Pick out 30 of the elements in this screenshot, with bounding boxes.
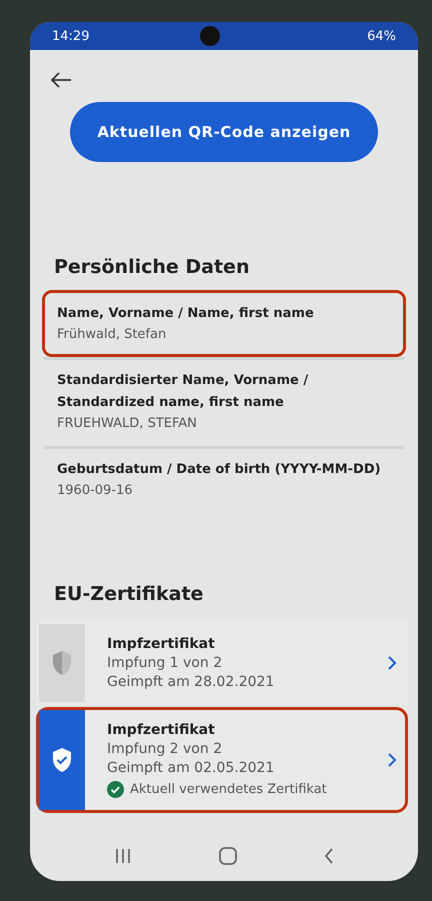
certificate-item[interactable]: Impfzertifikat Impfung 1 von 2 Geimpft am 28.02.2021: [36, 621, 408, 706]
camera-icon: [200, 26, 220, 46]
certificate-item[interactable]: Impfzertifikat Impfung 2 von 2 Geimpft am 02.05.2021 Aktuell verwendetes Zertifikat: [36, 707, 408, 814]
field-value: FRUEHWALD, STEFAN: [57, 416, 198, 432]
field-value: 1960-09-16: [57, 483, 134, 498]
recent-apps-icon[interactable]: [114, 848, 132, 864]
section-title: EU-Zertifikate: [54, 583, 204, 606]
field-label: Standardisierter Name, Vorname / Standardized name, first name: [57, 372, 310, 412]
certificate-date: Geimpft am 02.05.2021: [107, 760, 276, 776]
chevron-right-icon: [387, 752, 397, 768]
certificate-title: Impfzertifikat: [107, 636, 216, 652]
certificate-dose: Impfung 2 von 2: [107, 741, 224, 758]
certificate-date: Geimpft am 28.02.2021: [107, 674, 276, 690]
shield-check-icon: [51, 747, 73, 774]
field-label: Geburtsdatum / Date of birth (YYYY-MM-DD): [57, 461, 382, 480]
current-certificate-label: Aktuell verwendetes Zertifikat: [130, 782, 327, 798]
back-arrow-icon[interactable]: [50, 72, 72, 88]
back-icon[interactable]: [324, 848, 334, 864]
shield-icon: [51, 650, 73, 676]
home-icon[interactable]: [218, 847, 237, 865]
certificate-dose: Impfung 1 von 2: [107, 655, 224, 672]
section-title: Persönliche Daten: [54, 256, 250, 278]
show-qr-code-button[interactable]: Aktuellen QR-Code anzeigen: [70, 102, 378, 162]
certificate-title: Impfzertifikat: [107, 722, 216, 738]
battery-level: 64%: [367, 28, 396, 44]
field-value: Frühwald, Stefan: [57, 327, 168, 342]
status-time: 14:29: [52, 28, 90, 44]
chevron-right-icon: [387, 655, 397, 672]
field-label: Name, Vorname / Name, first name: [57, 305, 315, 323]
check-circle-icon: [107, 781, 124, 798]
